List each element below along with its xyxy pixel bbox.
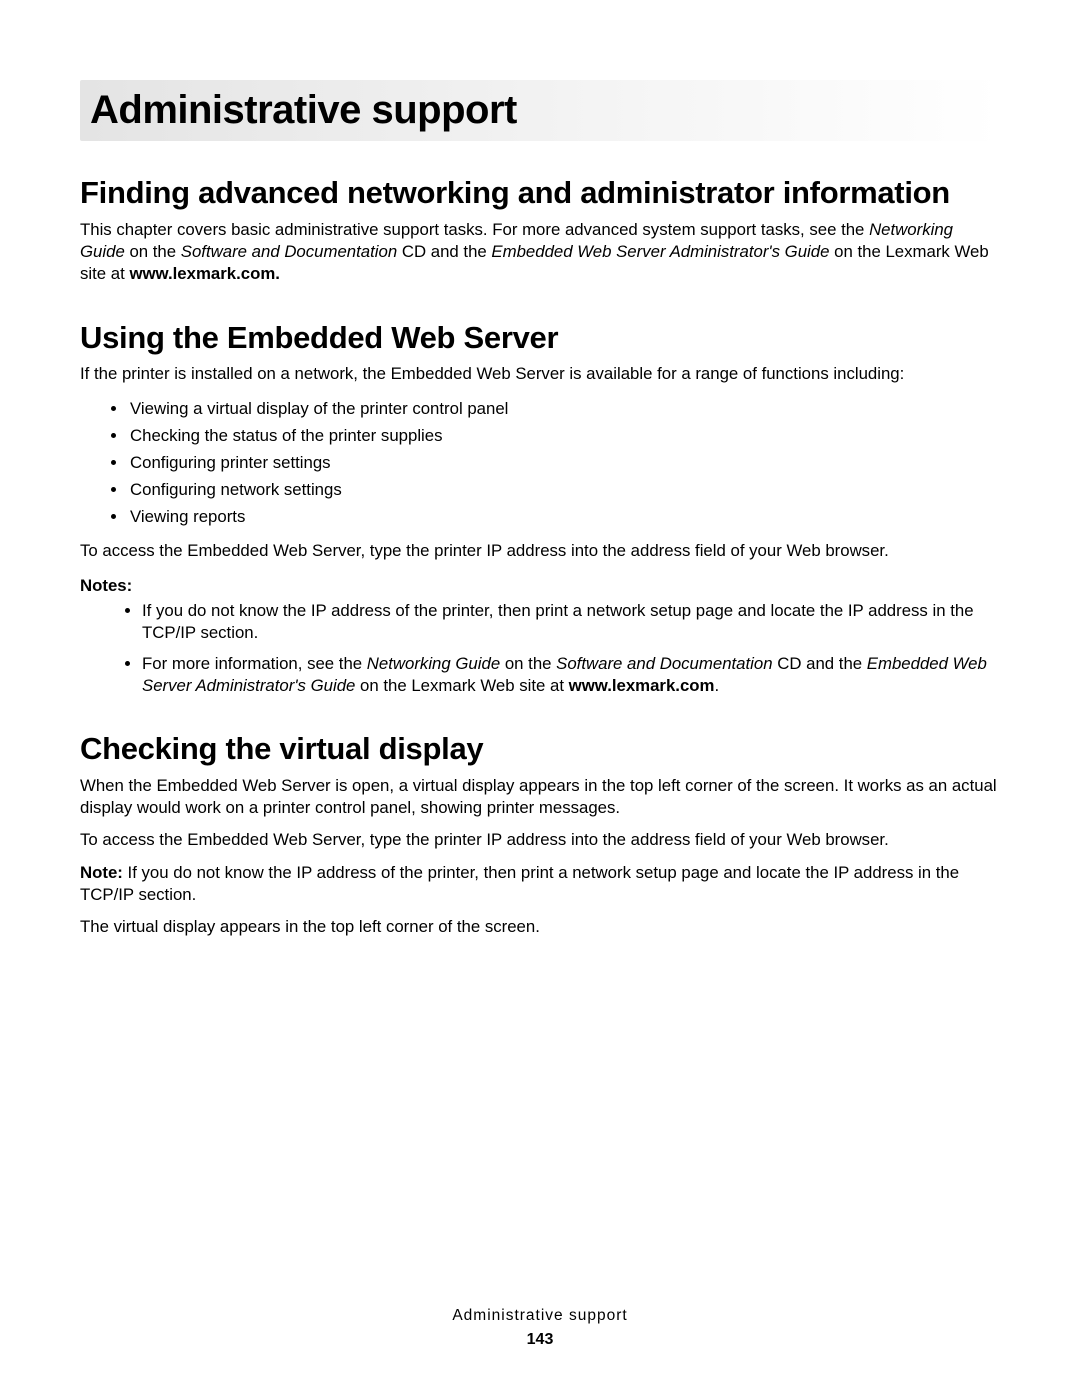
text: For more information, see the: [142, 654, 367, 673]
text: If you do not know the IP address of the…: [80, 863, 959, 904]
section2-intro: If the printer is installed on a network…: [80, 363, 1000, 385]
section-heading-virtual-display: Checking the virtual display: [80, 731, 1000, 767]
section1-paragraph: This chapter covers basic administrative…: [80, 219, 1000, 286]
text: on the: [125, 242, 181, 261]
italic-ews-guide: Embedded Web Server Administrator's Guid…: [491, 242, 829, 261]
text: .: [714, 676, 719, 695]
list-item: Configuring network settings: [128, 477, 1000, 502]
section-heading-finding: Finding advanced networking and administ…: [80, 175, 1000, 211]
notes-label: Notes:: [80, 576, 1000, 596]
document-page: Administrative support Finding advanced …: [0, 0, 1080, 1397]
section3-p3: Note: If you do not know the IP address …: [80, 862, 1000, 907]
feature-list: Viewing a virtual display of the printer…: [80, 396, 1000, 530]
text: on the Lexmark Web site at: [355, 676, 568, 695]
section-heading-ews: Using the Embedded Web Server: [80, 320, 1000, 356]
footer-page-number: 143: [0, 1331, 1080, 1349]
italic-networking-guide: Networking Guide: [367, 654, 500, 673]
section3-p2: To access the Embedded Web Server, type …: [80, 829, 1000, 851]
note-item: For more information, see the Networking…: [142, 653, 1000, 698]
list-item: Viewing reports: [128, 504, 1000, 529]
list-item: Checking the status of the printer suppl…: [128, 423, 1000, 448]
url-lexmark: www.lexmark.com: [569, 676, 715, 695]
section2-access: To access the Embedded Web Server, type …: [80, 540, 1000, 562]
chapter-title: Administrative support: [80, 80, 1000, 141]
italic-software-cd: Software and Documentation: [181, 242, 397, 261]
list-item: Viewing a virtual display of the printer…: [128, 396, 1000, 421]
text: This chapter covers basic administrative…: [80, 220, 869, 239]
notes-list: If you do not know the IP address of the…: [80, 600, 1000, 697]
text: on the: [500, 654, 556, 673]
italic-software-cd: Software and Documentation: [556, 654, 772, 673]
text: CD and the: [397, 242, 491, 261]
section3-p4: The virtual display appears in the top l…: [80, 916, 1000, 938]
text: CD and the: [773, 654, 867, 673]
page-footer: Administrative support 143: [0, 1307, 1080, 1349]
footer-section-title: Administrative support: [0, 1307, 1080, 1325]
section3-p1: When the Embedded Web Server is open, a …: [80, 775, 1000, 820]
list-item: Configuring printer settings: [128, 450, 1000, 475]
url-lexmark: www.lexmark.com.: [129, 264, 279, 283]
note-item: If you do not know the IP address of the…: [142, 600, 1000, 645]
note-label: Note:: [80, 863, 123, 882]
